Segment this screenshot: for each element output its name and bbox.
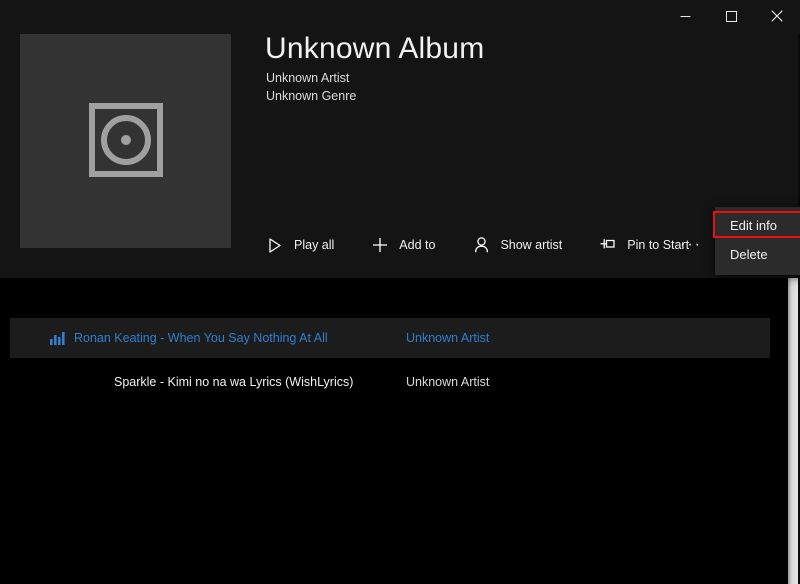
play-all-button[interactable]: Play all bbox=[265, 228, 348, 262]
track-artist: Unknown Artist bbox=[406, 331, 490, 345]
album-title: Unknown Album bbox=[265, 32, 485, 65]
album-genre: Unknown Genre bbox=[266, 89, 357, 103]
table-row[interactable]: Ronan Keating - When You Say Nothing At … bbox=[10, 318, 770, 358]
track-artist: Unknown Artist bbox=[406, 375, 490, 389]
close-button[interactable] bbox=[754, 0, 800, 32]
window-title-bar bbox=[0, 0, 800, 34]
play-icon bbox=[265, 235, 285, 255]
maximize-icon bbox=[725, 10, 737, 22]
person-icon bbox=[471, 235, 491, 255]
track-title: Sparkle - Kimi no na wa Lyrics (WishLyri… bbox=[114, 375, 354, 389]
more-ellipsis-icon: ··· bbox=[680, 236, 702, 253]
track-list: Ronan Keating - When You Say Nothing At … bbox=[0, 278, 800, 584]
add-to-button[interactable]: Add to bbox=[370, 228, 449, 262]
album-header-panel: Unknown Album Unknown Artist Unknown Gen… bbox=[0, 0, 800, 278]
menu-item-label: Edit info bbox=[730, 218, 777, 233]
menu-item-delete[interactable]: Delete bbox=[715, 240, 800, 269]
music-app-window: Unknown Album Unknown Artist Unknown Gen… bbox=[0, 0, 800, 584]
minimize-button[interactable] bbox=[662, 0, 708, 32]
track-title: Ronan Keating - When You Say Nothing At … bbox=[74, 331, 328, 345]
pin-icon bbox=[598, 235, 618, 255]
more-options-button[interactable]: ··· bbox=[676, 228, 706, 262]
table-row[interactable]: Sparkle - Kimi no na wa Lyrics (WishLyri… bbox=[10, 362, 770, 402]
show-artist-button[interactable]: Show artist bbox=[471, 228, 576, 262]
menu-item-edit-info[interactable]: Edit info bbox=[715, 211, 800, 240]
maximize-button[interactable] bbox=[708, 0, 754, 32]
play-all-label: Play all bbox=[294, 238, 335, 252]
menu-item-label: Delete bbox=[730, 247, 768, 262]
equalizer-icon bbox=[50, 331, 66, 345]
minimize-icon bbox=[680, 11, 691, 22]
show-artist-label: Show artist bbox=[500, 238, 563, 252]
add-to-label: Add to bbox=[399, 238, 436, 252]
album-artist: Unknown Artist bbox=[266, 71, 350, 85]
album-art-placeholder[interactable] bbox=[20, 32, 231, 248]
context-menu: Edit info Delete bbox=[715, 207, 800, 275]
close-icon bbox=[771, 10, 783, 22]
album-command-bar: Play all Add to Show artist Pin to Start bbox=[265, 228, 703, 262]
plus-icon bbox=[370, 235, 390, 255]
album-disc-icon bbox=[88, 103, 163, 177]
